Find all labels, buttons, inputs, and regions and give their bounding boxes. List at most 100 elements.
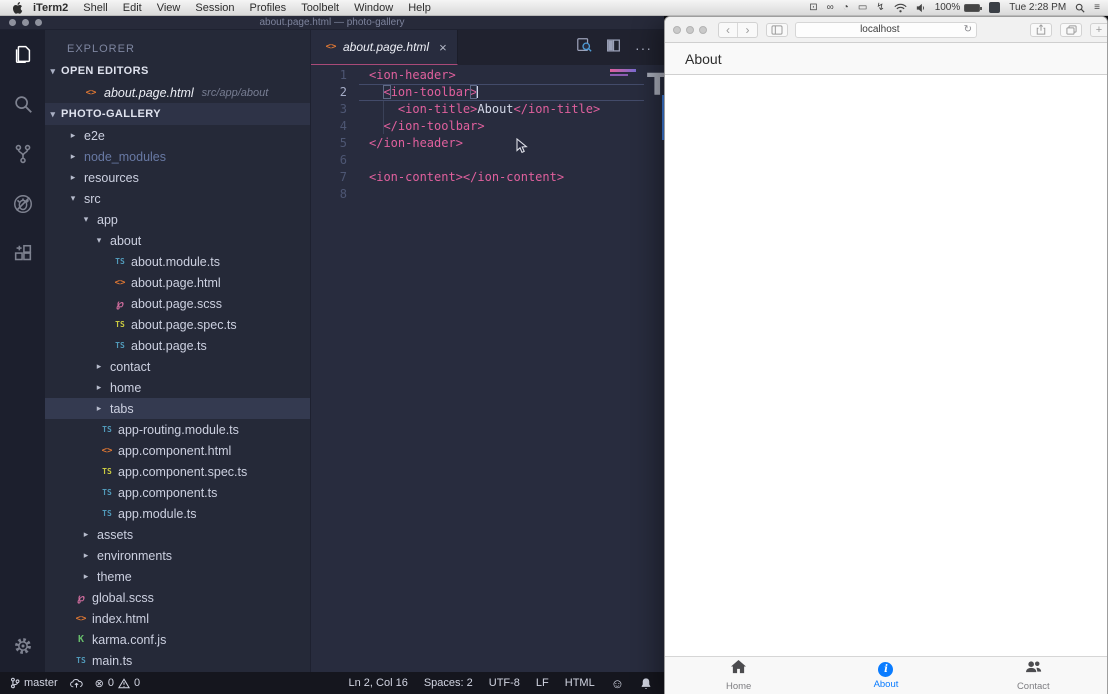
menu-shell[interactable]: Shell bbox=[83, 2, 107, 14]
explorer-icon[interactable] bbox=[11, 42, 35, 66]
close-tab-icon[interactable]: × bbox=[439, 40, 447, 55]
tree-item-about[interactable]: ▾about bbox=[45, 230, 310, 251]
line-number-gutter[interactable]: 12345678 bbox=[311, 67, 359, 203]
code-lines[interactable]: <ion-header> <ion-toolbar> <ion-title>Ab… bbox=[359, 67, 664, 203]
vscode-titlebar[interactable]: about.page.html — photo-gallery bbox=[0, 16, 664, 30]
feedback-smiley-icon[interactable]: ☺ bbox=[611, 676, 624, 691]
refresh-icon[interactable]: ↻ bbox=[964, 24, 976, 35]
git-branch-status[interactable]: master bbox=[10, 677, 58, 689]
tree-item-app-component-spec-ts[interactable]: TSapp.component.spec.ts bbox=[45, 461, 310, 482]
tree-item-main-ts[interactable]: TSmain.ts bbox=[45, 650, 310, 671]
tree-item-environments[interactable]: ▸environments bbox=[45, 545, 310, 566]
line-number[interactable]: 5 bbox=[311, 135, 347, 152]
code-line-3[interactable]: <ion-title>About</ion-title> bbox=[359, 101, 664, 118]
tree-item-app-module-ts[interactable]: TSapp.module.ts bbox=[45, 503, 310, 524]
tree-item-about-page-html[interactable]: <>about.page.html bbox=[45, 272, 310, 293]
volume-icon[interactable] bbox=[916, 3, 926, 13]
spotlight-icon[interactable] bbox=[1075, 3, 1085, 13]
cursor-position-status[interactable]: Ln 2, Col 16 bbox=[349, 677, 408, 689]
tree-item-app-component-ts[interactable]: TSapp.component.ts bbox=[45, 482, 310, 503]
tree-item-index-html[interactable]: <>index.html bbox=[45, 608, 310, 629]
ion-tab-home[interactable]: Home bbox=[694, 659, 784, 692]
tree-item-global-scss[interactable]: ℘global.scss bbox=[45, 587, 310, 608]
code-line-4[interactable]: </ion-toolbar> bbox=[359, 118, 664, 135]
close-traffic-light[interactable] bbox=[673, 26, 681, 34]
project-section-header[interactable]: ▾ PHOTO-GALLERY bbox=[45, 103, 310, 125]
ion-tab-about[interactable]: iAbout bbox=[841, 662, 931, 690]
split-editor-icon[interactable] bbox=[606, 38, 621, 58]
search-icon[interactable] bbox=[11, 92, 35, 116]
apple-menu-icon[interactable] bbox=[12, 2, 23, 14]
tree-item-e2e[interactable]: ▸e2e bbox=[45, 125, 310, 146]
open-editors-header[interactable]: ▾ OPEN EDITORS bbox=[45, 60, 310, 82]
menu-edit[interactable]: Edit bbox=[123, 2, 142, 14]
zoom-traffic-light[interactable] bbox=[699, 26, 707, 34]
menu-iterm2[interactable]: iTerm2 bbox=[33, 2, 68, 14]
menu-session[interactable]: Session bbox=[195, 2, 234, 14]
address-bar[interactable]: localhost ↻ bbox=[795, 22, 977, 38]
line-number[interactable]: 7 bbox=[311, 169, 347, 186]
tree-item-app-routing-module-ts[interactable]: TSapp-routing.module.ts bbox=[45, 419, 310, 440]
wifi-icon[interactable] bbox=[894, 3, 907, 13]
line-number[interactable]: 3 bbox=[311, 101, 347, 118]
minimap[interactable] bbox=[610, 69, 638, 76]
problems-status[interactable]: ⊗ 0 0 bbox=[95, 677, 140, 690]
tree-item-assets[interactable]: ▸assets bbox=[45, 524, 310, 545]
settings-gear-icon[interactable] bbox=[11, 634, 35, 658]
display-icon[interactable]: ▭ bbox=[858, 2, 867, 13]
tree-item-about-page-scss[interactable]: ℘about.page.scss bbox=[45, 293, 310, 314]
tree-item-home[interactable]: ▸home bbox=[45, 377, 310, 398]
line-number[interactable]: 2 bbox=[311, 84, 347, 101]
timer-icon[interactable]: ◔ bbox=[843, 2, 849, 13]
code-line-2[interactable]: <ion-toolbar> bbox=[359, 84, 644, 101]
battery-indicator[interactable]: 100% bbox=[935, 2, 981, 13]
screen-capture-icon[interactable]: ⊡ bbox=[809, 2, 817, 13]
source-control-icon[interactable] bbox=[11, 142, 35, 166]
tree-item-app[interactable]: ▾app bbox=[45, 209, 310, 230]
line-number[interactable]: 1 bbox=[311, 67, 347, 84]
input-source-icon[interactable] bbox=[989, 2, 1000, 13]
notifications-bell-icon[interactable] bbox=[640, 677, 652, 690]
minimize-traffic-light[interactable] bbox=[686, 26, 694, 34]
menu-toolbelt[interactable]: Toolbelt bbox=[301, 2, 339, 14]
line-number[interactable]: 6 bbox=[311, 152, 347, 169]
notification-center-icon[interactable]: ≡ bbox=[1094, 2, 1100, 13]
code-line-7[interactable]: <ion-content></ion-content> bbox=[359, 169, 664, 186]
publish-status[interactable] bbox=[70, 678, 83, 689]
tree-item-app-component-html[interactable]: <>app.component.html bbox=[45, 440, 310, 461]
language-mode-status[interactable]: HTML bbox=[565, 677, 595, 689]
tab-about-page-html[interactable]: <> about.page.html × bbox=[311, 30, 458, 65]
back-button[interactable]: ‹ bbox=[719, 23, 738, 37]
menu-help[interactable]: Help bbox=[408, 2, 431, 14]
code-line-8[interactable] bbox=[359, 186, 664, 203]
menu-view[interactable]: View bbox=[157, 2, 181, 14]
open-preview-icon[interactable] bbox=[576, 37, 592, 58]
code-line-5[interactable]: </ion-header> bbox=[359, 135, 664, 152]
menubar-clock[interactable]: Tue 2:28 PM bbox=[1009, 2, 1066, 13]
line-number[interactable]: 4 bbox=[311, 118, 347, 135]
tree-item-src[interactable]: ▾src bbox=[45, 188, 310, 209]
code-line-6[interactable] bbox=[359, 152, 664, 169]
spectacle-icon[interactable]: ∞ bbox=[827, 2, 834, 13]
share-button[interactable] bbox=[1030, 23, 1052, 37]
eol-status[interactable]: LF bbox=[536, 677, 549, 689]
tree-item-karma-conf-js[interactable]: Kkarma.conf.js bbox=[45, 629, 310, 650]
debug-disabled-icon[interactable] bbox=[11, 192, 35, 216]
tree-item-node-modules[interactable]: ▸node_modules bbox=[45, 146, 310, 167]
code-editor[interactable]: 12345678 <ion-header> <ion-toolbar> <ion… bbox=[311, 65, 664, 672]
sidebar-toggle-button[interactable] bbox=[766, 23, 788, 37]
line-number[interactable]: 8 bbox=[311, 186, 347, 203]
menu-window[interactable]: Window bbox=[354, 2, 393, 14]
tree-item-about-module-ts[interactable]: TSabout.module.ts bbox=[45, 251, 310, 272]
tree-item-resources[interactable]: ▸resources bbox=[45, 167, 310, 188]
forward-button[interactable]: › bbox=[738, 23, 757, 37]
more-actions-icon[interactable]: ··· bbox=[635, 40, 652, 56]
new-tab-button[interactable]: + bbox=[1090, 23, 1108, 37]
tree-item-contact[interactable]: ▸contact bbox=[45, 356, 310, 377]
extensions-icon[interactable] bbox=[11, 242, 35, 266]
tree-item-tabs[interactable]: ▸tabs bbox=[45, 398, 310, 419]
open-editor-item[interactable]: <> about.page.html src/app/about bbox=[45, 82, 310, 103]
tree-item-theme[interactable]: ▸theme bbox=[45, 566, 310, 587]
tab-overview-button[interactable] bbox=[1060, 23, 1082, 37]
tree-item-about-page-spec-ts[interactable]: TSabout.page.spec.ts bbox=[45, 314, 310, 335]
